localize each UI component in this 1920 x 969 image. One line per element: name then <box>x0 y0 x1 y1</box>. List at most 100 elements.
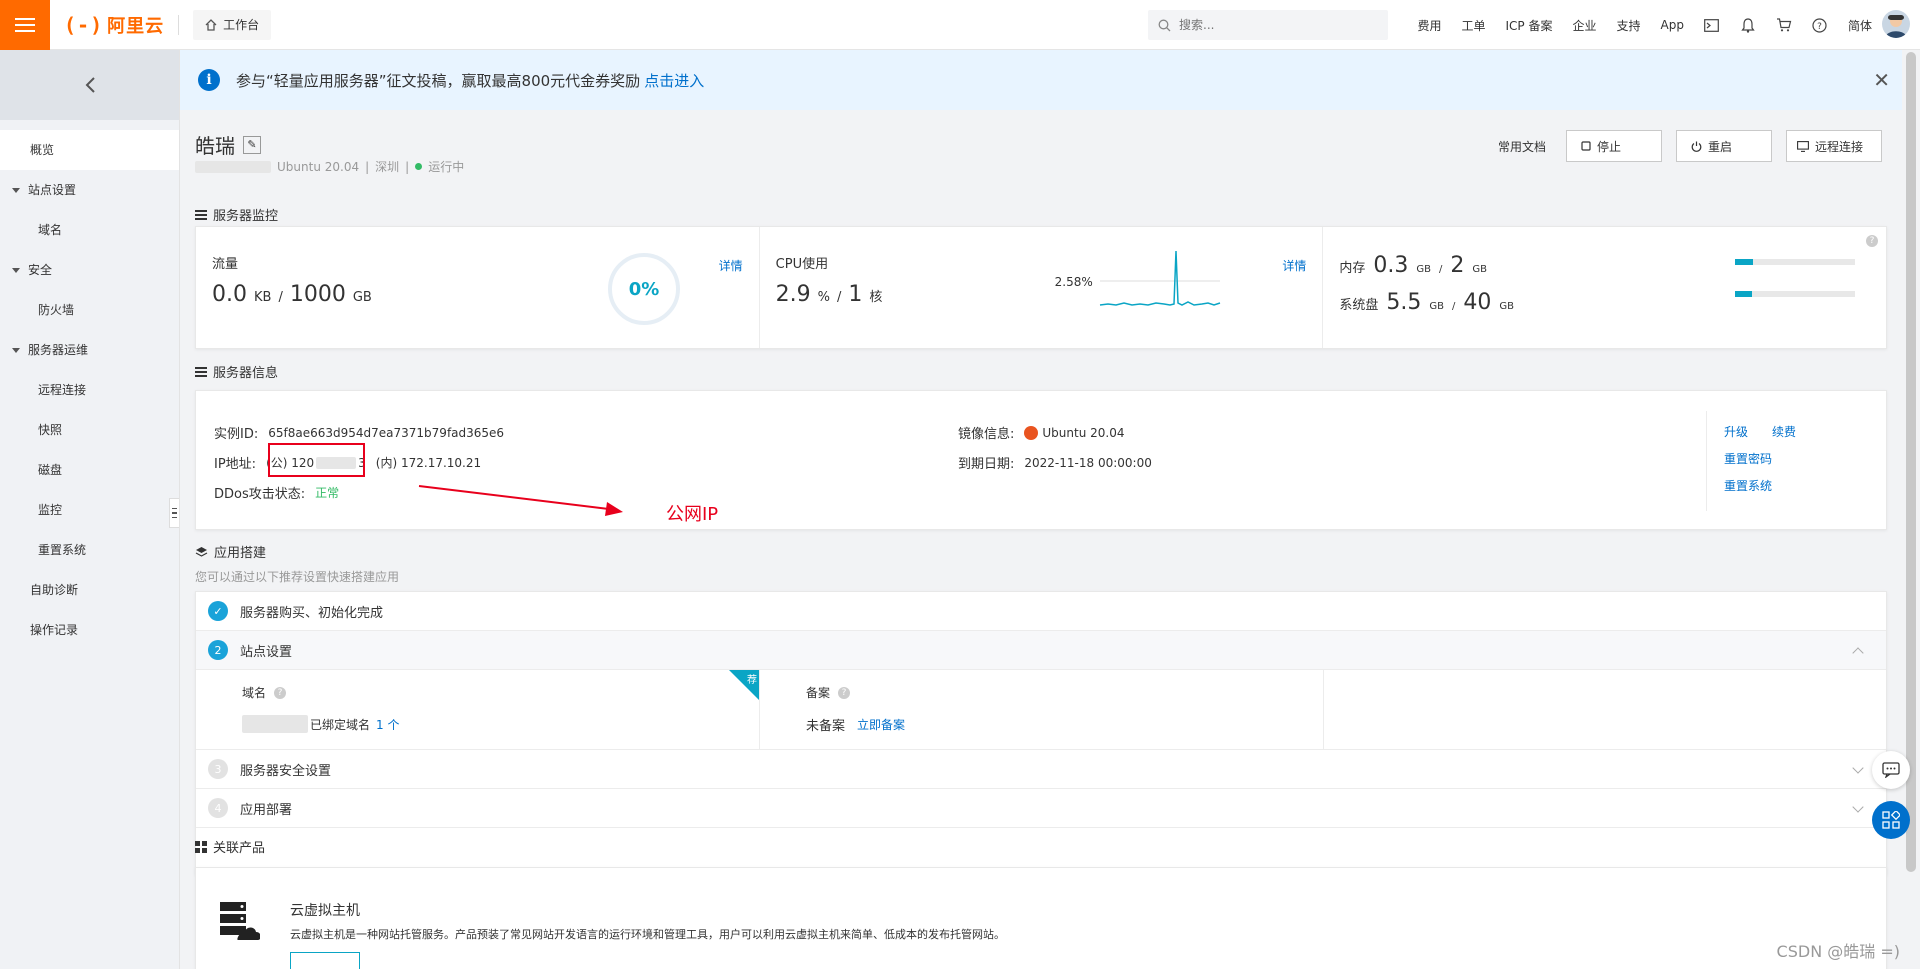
stop-button[interactable]: 停止 <box>1566 130 1662 162</box>
group-label: 站点设置 <box>28 183 77 197</box>
aliyun-logo[interactable]: (-) 阿里云 <box>64 12 164 38</box>
step-row-4[interactable]: 4 应用部署 <box>196 789 1886 828</box>
traffic-gauge: 0% <box>608 253 680 325</box>
help-icon[interactable]: ? <box>274 686 287 699</box>
unit: 核 <box>869 290 883 305</box>
divider <box>1706 411 1707 511</box>
help-icon[interactable]: ? <box>1812 17 1828 33</box>
cart-icon[interactable] <box>1776 17 1792 33</box>
nav-billing[interactable]: 费用 <box>1417 17 1441 34</box>
server-status: 运行中 <box>428 160 465 174</box>
group-label: 服务器运维 <box>28 343 89 357</box>
grid-icon <box>195 840 207 853</box>
sidebar-item-disk[interactable]: 磁盘 <box>0 450 179 490</box>
group-label: 安全 <box>28 263 53 277</box>
traffic-detail-link[interactable]: 详情 <box>719 257 743 274</box>
sidebar-group-ops[interactable]: 服务器运维 <box>0 330 179 370</box>
sidebar-item-snapshot[interactable]: 快照 <box>0 410 179 450</box>
step-row-2[interactable]: 2 站点设置 <box>196 631 1886 670</box>
bell-icon[interactable] <box>1740 17 1756 33</box>
nav-app[interactable]: App <box>1661 18 1684 32</box>
sidebar-toggle-handle[interactable] <box>169 498 179 528</box>
reset-password-link[interactable]: 重置密码 <box>1724 450 1772 467</box>
sidebar-item-remote[interactable]: 远程连接 <box>0 370 179 410</box>
resource-card: 内存 0.3 GB / 2 GB 系统盘 5.5 GB / 40 GB ? <box>1323 227 1886 348</box>
nav-icp[interactable]: ICP 备案 <box>1506 17 1553 34</box>
memory-total: 2 <box>1450 253 1465 278</box>
cpu-detail-link[interactable]: 详情 <box>1282 257 1306 274</box>
annotation-label: 公网IP <box>666 504 719 525</box>
search-input[interactable] <box>1179 18 1369 32</box>
list-icon <box>195 366 207 377</box>
language-switch[interactable]: 简体 <box>1848 17 1872 34</box>
layers-icon <box>195 546 208 557</box>
sidebar-item-oplog[interactable]: 操作记录 <box>0 610 179 650</box>
domain-count-link[interactable]: 1 个 <box>376 716 399 733</box>
sidebar-item-reset[interactable]: 重置系统 <box>0 530 179 570</box>
step-row-1[interactable]: ✓ 服务器购买、初始化完成 <box>196 592 1886 631</box>
sidebar-group-site[interactable]: 站点设置 <box>0 170 179 210</box>
sidebar-group-security[interactable]: 安全 <box>0 250 179 290</box>
record-now-link[interactable]: 立即备案 <box>857 716 905 733</box>
nav-enterprise[interactable]: 企业 <box>1573 17 1597 34</box>
separator: | <box>405 159 410 174</box>
domain-text: 已绑定域名 <box>310 717 371 732</box>
remote-connect-button[interactable]: 远程连接 <box>1786 130 1882 162</box>
svg-text:?: ? <box>1818 22 1823 32</box>
upgrade-link[interactable]: 升级 <box>1724 423 1748 440</box>
disk-bar-fill <box>1735 291 1753 297</box>
apps-button[interactable] <box>1872 801 1910 839</box>
nav-support[interactable]: 支持 <box>1617 17 1641 34</box>
memory-row: 内存 0.3 GB / 2 GB <box>1339 253 1870 278</box>
workbench-label: 工作台 <box>223 18 260 32</box>
product-title[interactable]: 云虚拟主机 <box>290 900 360 920</box>
sidebar-item-firewall[interactable]: 防火墙 <box>0 290 179 330</box>
product-button[interactable] <box>290 952 360 969</box>
cpu-value: 2.9 % / 1 核 <box>776 282 1307 307</box>
reset-system-link[interactable]: 重置系统 <box>1724 477 1772 494</box>
sidebar-item-diagnosis[interactable]: 自助诊断 <box>0 570 179 610</box>
sidebar-item-overview[interactable]: 概览 <box>0 130 179 170</box>
renew-link[interactable]: 续费 <box>1772 423 1796 440</box>
slash: / <box>837 290 842 305</box>
cpu-sparkline <box>1099 250 1220 306</box>
step-row-3[interactable]: 3 服务器安全设置 <box>196 750 1886 789</box>
user-avatar[interactable] <box>1882 10 1910 38</box>
sidebar-item-domain[interactable]: 域名 <box>0 210 179 250</box>
page-title: 皓瑞 ✎ <box>195 130 261 159</box>
divider <box>178 14 180 35</box>
restart-button[interactable]: 重启 <box>1676 130 1772 162</box>
help-icon[interactable]: ? <box>838 686 851 699</box>
section-label: 关联产品 <box>213 841 266 856</box>
search-box[interactable] <box>1148 10 1388 40</box>
watermark: CSDN @皓瑞 =) <box>1776 942 1900 961</box>
app-steps-panel: ✓ 服务器购买、初始化完成 2 站点设置 域名? 已绑定域名 1 个 荐 备案? 未备… <box>195 591 1887 875</box>
step-label: 应用部署 <box>240 802 293 818</box>
record-header: 备案? <box>806 684 1277 701</box>
sidebar-item-monitor[interactable]: 监控 <box>0 490 179 530</box>
docs-link[interactable]: 常用文档 <box>1498 138 1546 155</box>
help-icon[interactable]: ? <box>1866 235 1879 247</box>
chat-icon <box>1882 762 1900 778</box>
notice-link[interactable]: 点击进入 <box>644 70 704 91</box>
ddos-label: DDos攻击状态: <box>214 487 306 502</box>
sidebar-collapse-button[interactable] <box>0 50 179 120</box>
terminal-icon[interactable] <box>1704 17 1720 33</box>
nav-ticket[interactable]: 工单 <box>1462 17 1486 34</box>
hamburger-icon <box>15 17 35 32</box>
edit-icon[interactable]: ✎ <box>243 135 261 154</box>
page-scrollbar[interactable] <box>1906 52 1916 872</box>
workbench-button[interactable]: 工作台 <box>193 9 272 40</box>
chat-button[interactable] <box>1872 751 1910 789</box>
instance-id-value: 65f8ae663d954d7ea7371b79fad365e6 <box>268 425 505 440</box>
annotation-arrow <box>418 485 623 516</box>
unit: GB <box>352 290 372 305</box>
sidebar: 概览 站点设置 域名 安全 防火墙 服务器运维 远程连接 快照 磁盘 监控 重置… <box>0 50 180 969</box>
menu-button[interactable] <box>0 0 50 50</box>
close-icon[interactable]: ✕ <box>1873 68 1890 92</box>
step-label: 站点设置 <box>240 644 293 660</box>
notice-banner: i 参与“轻量应用服务器”征文投稿，赢取最高800元代金券奖励 点击进入 ✕ <box>180 50 1902 110</box>
unit: GB <box>1472 264 1487 275</box>
disk-total: 40 <box>1463 290 1492 315</box>
monitor-icon <box>1797 140 1809 152</box>
